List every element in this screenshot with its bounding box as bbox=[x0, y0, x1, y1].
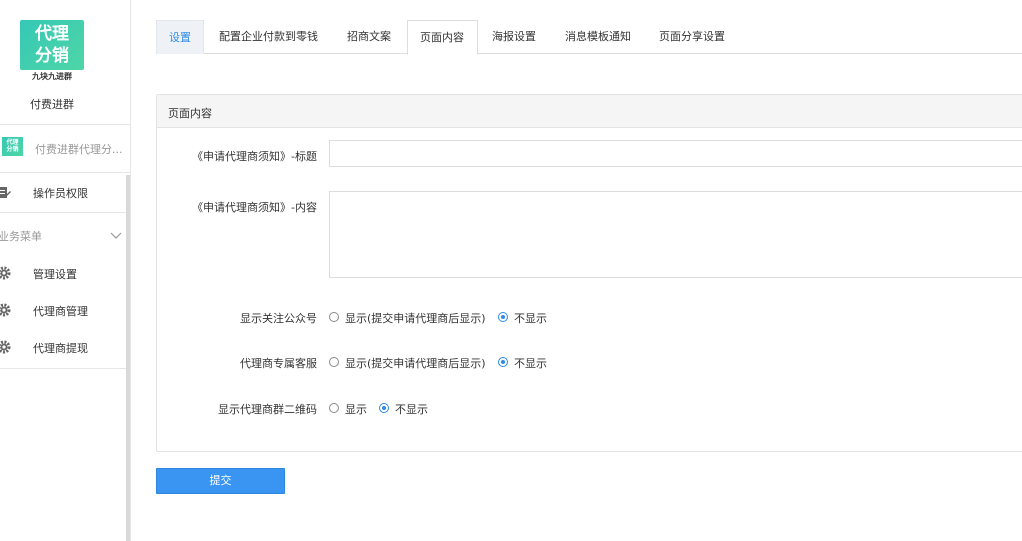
submit-button[interactable]: 提交 bbox=[156, 468, 285, 494]
main-content: 设置 配置企业付款到零钱 招商文案 页面内容 海报设置 消息模板通知 页面分享设… bbox=[131, 0, 1022, 541]
sidebar-item-label: 管理设置 bbox=[33, 268, 77, 281]
sidebar-divider bbox=[0, 212, 126, 213]
sidebar-module-item[interactable]: 代理 分销 付费进群代理分... bbox=[0, 133, 131, 163]
edit-document-icon bbox=[0, 187, 11, 198]
agent-service-label: 代理商专属客服 bbox=[240, 357, 317, 370]
module-logo-icon: 代理 分销 bbox=[2, 137, 23, 156]
sidebar-item-management-settings[interactable]: 管理设置 bbox=[0, 258, 126, 288]
app-logo: 代理 分销 bbox=[20, 20, 84, 70]
notice-title-input[interactable] bbox=[329, 140, 1022, 167]
chevron-down-icon bbox=[110, 232, 122, 239]
tab-settings[interactable]: 设置 bbox=[156, 20, 204, 54]
app-name: 付费进群 bbox=[30, 98, 74, 111]
sidebar-divider bbox=[0, 124, 131, 125]
sidebar-item-operator-permissions[interactable]: 操作员权限 bbox=[0, 177, 126, 207]
radio-label: 显示(提交申请代理商后显示) bbox=[345, 312, 486, 325]
radio-circle bbox=[329, 312, 339, 322]
sidebar-item-agent-management[interactable]: 代理商管理 bbox=[0, 295, 126, 325]
radio-circle bbox=[329, 357, 339, 367]
radio-circle bbox=[498, 312, 508, 322]
radio-circle bbox=[498, 357, 508, 367]
agent-group-qrcode-label: 显示代理商群二维码 bbox=[218, 403, 317, 416]
tab-page-share[interactable]: 页面分享设置 bbox=[647, 20, 737, 54]
sidebar: 代理 分销 九块九进群 付费进群 代理 分销 付费进群代理分... 操作员权限 … bbox=[0, 0, 131, 541]
sidebar-scrollbar[interactable] bbox=[126, 175, 130, 541]
sidebar-item-label: 操作员权限 bbox=[33, 187, 88, 200]
panel-header: 页面内容 bbox=[157, 95, 1022, 128]
gear-icon bbox=[0, 266, 11, 280]
radio-label: 显示(提交申请代理商后显示) bbox=[345, 357, 486, 370]
tab-page-content[interactable]: 页面内容 bbox=[407, 20, 478, 55]
logo-line-2: 分销 bbox=[35, 46, 69, 66]
mini-logo-line-2: 分销 bbox=[6, 146, 19, 153]
radio-label: 不显示 bbox=[514, 312, 547, 325]
radio-circle bbox=[329, 403, 339, 413]
sidebar-group-business-menu[interactable]: 业务菜单 bbox=[0, 226, 126, 246]
tab-recruit-copy[interactable]: 招商文案 bbox=[335, 20, 403, 54]
panel-title: 页面内容 bbox=[168, 107, 212, 120]
tab-poster-settings[interactable]: 海报设置 bbox=[480, 20, 548, 54]
notice-title-label: 《申请代理商须知》-标题 bbox=[192, 150, 317, 163]
radio-label: 显示 bbox=[345, 403, 367, 416]
mini-logo-line-1: 代理 bbox=[6, 139, 19, 146]
logo-subtitle: 九块九进群 bbox=[32, 72, 72, 81]
radio-circle bbox=[379, 403, 389, 413]
tab-bar: 设置 配置企业付款到零钱 招商文案 页面内容 海报设置 消息模板通知 页面分享设… bbox=[156, 20, 1022, 55]
sidebar-item-label: 代理商提现 bbox=[33, 342, 88, 355]
gear-icon bbox=[0, 303, 11, 317]
page-content-panel: 页面内容 《申请代理商须知》-标题 《申请代理商须知》-内容 显示关注公众号 显… bbox=[156, 94, 1022, 452]
gear-icon bbox=[0, 340, 11, 354]
sidebar-item-label: 代理商管理 bbox=[33, 305, 88, 318]
sidebar-divider bbox=[0, 368, 126, 369]
radio-label: 不显示 bbox=[514, 357, 547, 370]
module-label: 付费进群代理分... bbox=[35, 143, 123, 156]
notice-content-label: 《申请代理商须知》-内容 bbox=[192, 201, 317, 214]
notice-content-textarea[interactable] bbox=[329, 191, 1022, 278]
tab-message-template[interactable]: 消息模板通知 bbox=[553, 20, 643, 54]
sidebar-item-agent-withdrawal[interactable]: 代理商提现 bbox=[0, 332, 126, 362]
tab-enterprise-payment[interactable]: 配置企业付款到零钱 bbox=[207, 20, 330, 54]
logo-line-1: 代理 bbox=[35, 24, 69, 44]
group-title-label: 业务菜单 bbox=[0, 230, 42, 243]
radio-label: 不显示 bbox=[395, 403, 428, 416]
show-official-account-label: 显示关注公众号 bbox=[240, 312, 317, 325]
sidebar-divider bbox=[0, 172, 131, 173]
